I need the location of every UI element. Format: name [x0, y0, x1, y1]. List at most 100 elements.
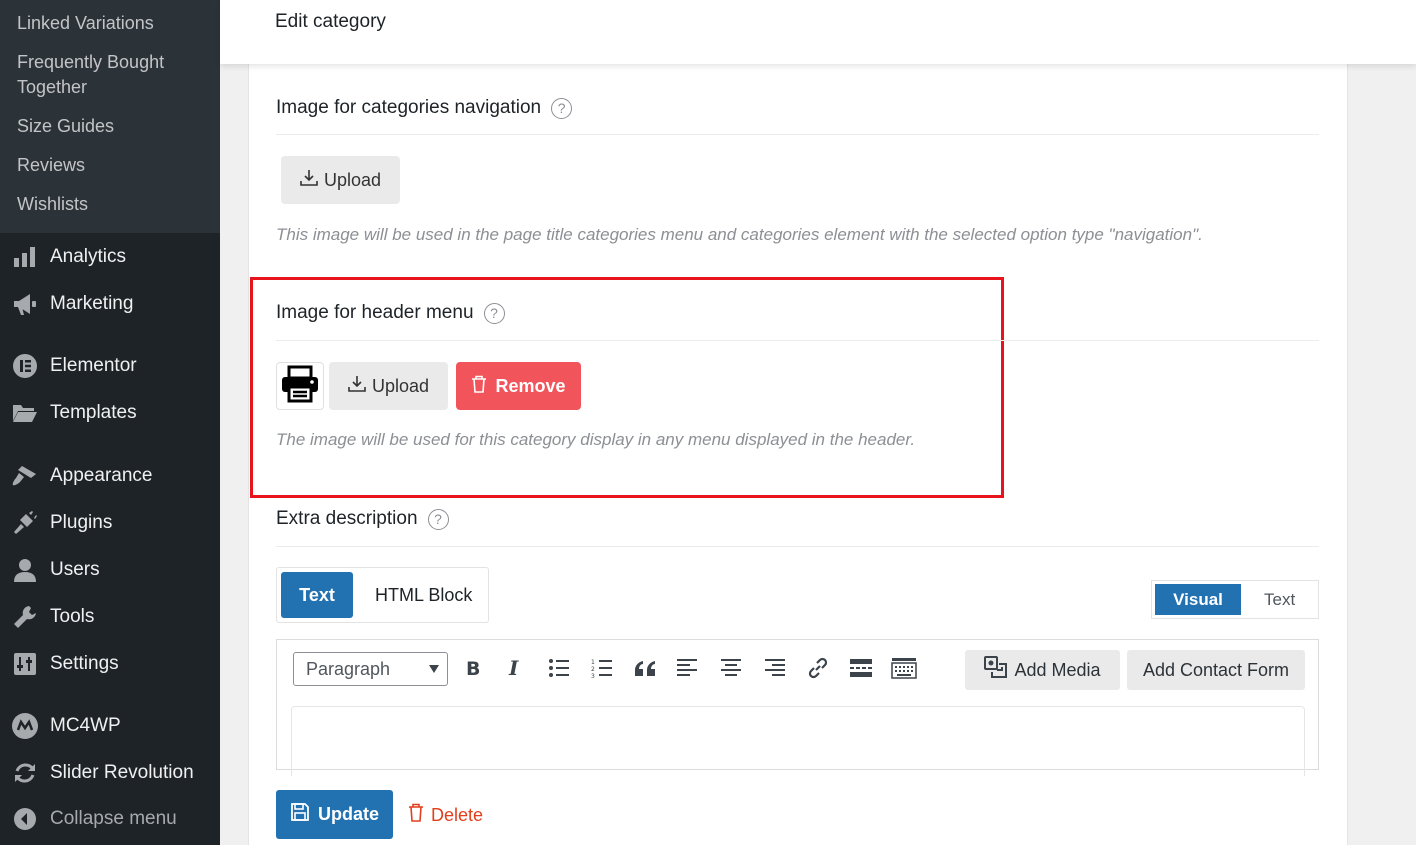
tab-visual[interactable]: Visual — [1155, 584, 1241, 615]
numbered-list-icon: 123 — [591, 658, 613, 683]
submenu-item-linked-variations[interactable]: Linked Variations — [0, 4, 220, 42]
plug-icon — [0, 511, 50, 535]
blockquote-button[interactable] — [629, 654, 661, 686]
sidebar-item-plugins[interactable]: Plugins — [0, 503, 220, 543]
header-image-section-title: Image for header menu ? — [276, 302, 505, 324]
page-header: Edit category — [220, 0, 1416, 64]
products-submenu: Linked Variations Frequently Bought Toge… — [0, 0, 220, 233]
sidebar-item-label: MC4WP — [50, 715, 121, 736]
header-image-upload-button[interactable]: Upload — [329, 362, 448, 410]
add-contact-form-button[interactable]: Add Contact Form — [1127, 650, 1305, 690]
sidebar-item-label: Appearance — [50, 465, 153, 486]
delete-button[interactable]: Delete — [408, 803, 483, 827]
header-image-title-text: Image for header menu — [276, 302, 474, 323]
svg-text:B: B — [466, 658, 480, 678]
sidebar-item-slider-revolution[interactable]: Slider Revolution — [0, 753, 220, 793]
sliders-icon — [0, 653, 50, 675]
align-left-icon — [677, 658, 699, 683]
nav-image-title-text: Image for categories navigation — [276, 97, 542, 118]
wrench-icon — [0, 605, 50, 629]
align-center-icon — [720, 658, 742, 683]
insert-link-button[interactable] — [802, 654, 834, 686]
submenu-item-frequently-bought-together[interactable]: Frequently Bought Together — [0, 42, 220, 106]
divider — [276, 340, 1319, 341]
editor-content-area[interactable] — [291, 706, 1305, 776]
submenu-item-size-guides[interactable]: Size Guides — [0, 106, 220, 145]
sidebar-item-label: Tools — [50, 606, 95, 627]
italic-icon: I — [506, 656, 524, 683]
sidebar-item-analytics[interactable]: Analytics — [0, 237, 220, 277]
header-image-remove-button[interactable]: Remove — [456, 362, 581, 410]
nav-image-upload-button[interactable]: Upload — [281, 156, 400, 204]
sidebar-item-label: Settings — [50, 653, 119, 674]
sidebar-item-mc4wp[interactable]: MC4WP — [0, 706, 220, 746]
align-right-icon — [763, 658, 785, 683]
numbered-list-button[interactable]: 123 — [586, 654, 618, 686]
divider — [276, 134, 1319, 135]
trash-icon — [471, 375, 487, 398]
sidebar-item-appearance[interactable]: Appearance — [0, 456, 220, 496]
update-button[interactable]: Update — [276, 790, 393, 839]
bold-button[interactable]: B — [457, 654, 489, 686]
help-icon[interactable]: ? — [427, 508, 449, 530]
sidebar-item-users[interactable]: Users — [0, 550, 220, 590]
save-icon — [290, 802, 310, 827]
extra-description-title-text: Extra description — [276, 508, 418, 529]
sidebar-item-label: Elementor — [50, 355, 137, 376]
extra-description-section-title: Extra description ? — [276, 508, 449, 530]
nav-image-description: This image will be used in the page titl… — [276, 225, 1203, 244]
svg-text:2: 2 — [591, 666, 595, 673]
format-select-value: Paragraph — [306, 658, 391, 679]
quote-icon — [634, 659, 656, 682]
sidebar-item-templates[interactable]: Templates — [0, 393, 220, 433]
sidebar-item-label: Slider Revolution — [50, 762, 194, 783]
align-left-button[interactable] — [672, 654, 704, 686]
admin-sidebar: Linked Variations Frequently Bought Toge… — [0, 0, 220, 845]
bullet-list-button[interactable] — [543, 654, 575, 686]
sidebar-item-tools[interactable]: Tools — [0, 597, 220, 637]
collapse-icon — [0, 807, 50, 831]
toolbar-toggle-button[interactable] — [888, 654, 920, 686]
add-contact-form-label: Add Contact Form — [1142, 659, 1290, 680]
page-title: Edit category — [275, 11, 386, 32]
refresh-icon — [0, 761, 50, 785]
submenu-item-reviews[interactable]: Reviews — [0, 145, 220, 184]
folder-icon — [0, 402, 50, 424]
paintbrush-icon — [0, 464, 50, 488]
sidebar-item-settings[interactable]: Settings — [0, 644, 220, 684]
read-more-icon — [850, 658, 872, 683]
editor-mode-tabs: Visual Text — [1151, 580, 1319, 619]
tab-text[interactable]: Text — [281, 572, 353, 618]
read-more-button[interactable] — [845, 654, 877, 686]
upload-label: Upload — [371, 375, 430, 396]
sidebar-collapse-menu[interactable]: Collapse menu — [0, 799, 220, 839]
add-media-button[interactable]: Add Media — [965, 650, 1120, 690]
content-type-tabs: Text HTML Block — [276, 567, 489, 623]
help-icon[interactable]: ? — [483, 302, 505, 324]
bullet-list-icon — [548, 658, 570, 683]
divider — [276, 546, 1319, 547]
format-select[interactable]: Paragraph — [293, 652, 448, 686]
nav-image-section-title: Image for categories navigation ? — [276, 97, 573, 119]
printer-icon — [280, 365, 320, 408]
tab-text-mode[interactable]: Text — [1264, 584, 1295, 615]
submenu-item-wishlists[interactable]: Wishlists — [0, 184, 220, 223]
download-icon — [300, 169, 318, 192]
rich-text-editor: Paragraph B I 123 Add Media Add Contact … — [276, 639, 1319, 776]
header-image-thumbnail — [276, 362, 324, 410]
trash-icon — [408, 803, 424, 827]
italic-button[interactable]: I — [499, 654, 531, 686]
mc4wp-icon — [0, 713, 50, 739]
sidebar-item-marketing[interactable]: Marketing — [0, 284, 220, 324]
help-icon[interactable]: ? — [551, 97, 573, 119]
align-center-button[interactable] — [715, 654, 747, 686]
keyboard-icon — [891, 657, 917, 684]
bold-icon: B — [464, 658, 482, 683]
user-icon — [0, 558, 50, 582]
svg-text:3: 3 — [591, 673, 595, 678]
sidebar-item-label: Plugins — [50, 512, 113, 533]
tab-html-block[interactable]: HTML Block — [375, 572, 472, 618]
align-right-button[interactable] — [758, 654, 790, 686]
sidebar-item-elementor[interactable]: Elementor — [0, 346, 220, 386]
header-image-description: The image will be used for this category… — [276, 430, 916, 449]
